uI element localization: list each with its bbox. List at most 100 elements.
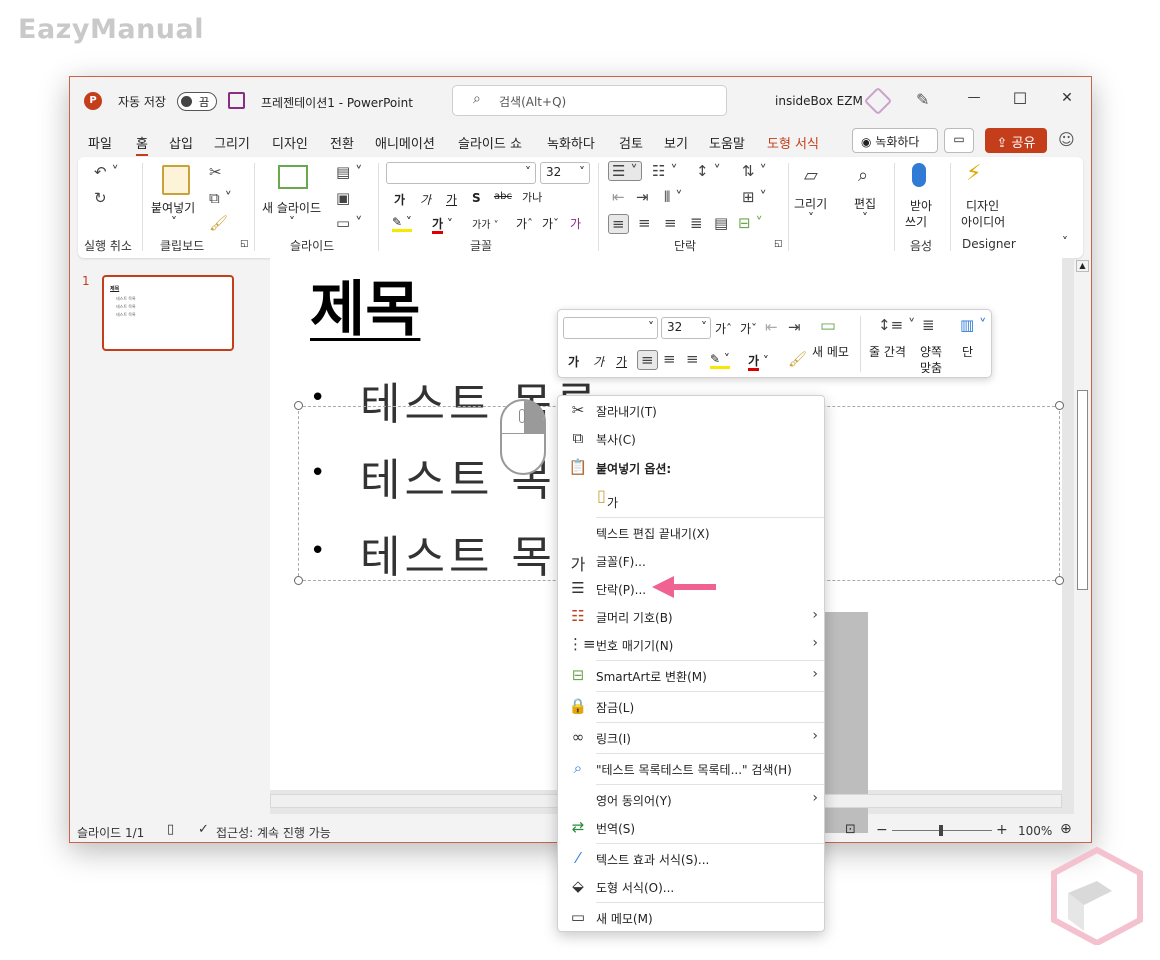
accessibility-status[interactable]: 접근성: 계속 진행 가능 [216, 824, 331, 841]
grow-font-button[interactable]: 가ˆ [516, 215, 533, 232]
increase-indent-icon[interactable]: ⇥ [636, 188, 649, 206]
line-spacing-button[interactable]: ↕ ˅ [696, 162, 721, 180]
tab-shape-format[interactable]: 도형 서식 [767, 133, 819, 152]
mini-grow-font-button[interactable]: 가ˆ [715, 320, 732, 337]
smartart-convert-button[interactable]: ⊟ ˅ [738, 214, 763, 232]
dictate-label-2[interactable]: 쓰기 [905, 213, 927, 230]
reset-icon[interactable]: ▣ [336, 189, 350, 207]
section-icon[interactable]: ▭ ˅ [336, 214, 362, 232]
zoom-in-icon[interactable]: + [996, 822, 1008, 838]
align-left-button[interactable]: ≡ [608, 214, 629, 234]
tab-insert[interactable]: 삽입 [169, 133, 193, 152]
mini-italic-button[interactable]: 가 [593, 353, 604, 370]
italic-button[interactable]: 가 [420, 191, 431, 208]
vertical-scrollbar[interactable]: ▲ [1076, 260, 1089, 814]
resize-handle[interactable] [294, 576, 303, 585]
menu-item-translate[interactable]: ⇄ 번역(S) [558, 815, 824, 841]
layout-icon[interactable]: ▤ ˅ [336, 163, 362, 181]
shrink-font-button[interactable]: 가ˇ [542, 215, 559, 232]
font-color-button[interactable]: 가 ˅ [432, 215, 453, 234]
tab-record[interactable]: 녹화하다 [547, 133, 595, 152]
clear-format-button[interactable]: 가 [570, 215, 581, 232]
decrease-indent-icon[interactable]: ⇤ [612, 188, 625, 206]
tab-file[interactable]: 파일 [88, 133, 112, 152]
designer-label-1[interactable]: 디자인 [966, 197, 999, 214]
chevron-down-icon[interactable]: ˅ [808, 211, 814, 225]
menu-item-smartart[interactable]: ⊟ SmartArt로 변환(M) › [558, 663, 824, 689]
shadow-button[interactable]: abc [494, 191, 512, 202]
pen-icon[interactable]: ✎ [916, 90, 929, 109]
fit-slide-icon[interactable]: ⊕ [1060, 821, 1072, 837]
mini-align-center-button[interactable]: ≡ [663, 350, 676, 368]
user-name[interactable]: insideBox EZM [775, 94, 863, 108]
mini-font-name-dropdown[interactable]: ˅ [563, 317, 658, 339]
menu-item-text-effects[interactable]: ⁄ 텍스트 효과 서식(S)... [558, 846, 824, 872]
text-case-button[interactable]: 가가 ˅ [472, 216, 499, 231]
new-slide-dropdown-icon[interactable]: ˅ [289, 215, 295, 229]
ribbon-collapse-icon[interactable]: ˅ [1062, 235, 1068, 249]
scroll-thumb[interactable] [1077, 390, 1088, 590]
edit-label[interactable]: 편집 [854, 195, 876, 212]
dialog-launcher-icon[interactable]: ◱ [774, 239, 783, 249]
font-name-dropdown[interactable]: ˅ [386, 162, 536, 184]
coauthor-icon[interactable]: ☺ [1058, 130, 1075, 149]
menu-item-lock[interactable]: 🔒 잠금(L) [558, 694, 824, 720]
mini-highlight-button[interactable]: ✎ ˅ [710, 352, 730, 369]
paste-dropdown-icon[interactable]: ˅ [171, 215, 177, 229]
presenter-view-icon[interactable]: ⊡ [845, 822, 856, 837]
menu-item-link[interactable]: ∞ 링크(I) › [558, 725, 824, 751]
mini-bold-button[interactable]: 가 [568, 353, 579, 370]
copy-icon[interactable]: ⧉ ˅ [209, 189, 232, 207]
mini-columns-icon[interactable]: ▥ ˅ [960, 316, 986, 334]
undo-icon[interactable]: ↶ ˅ [94, 163, 119, 181]
accessibility-icon[interactable]: ✓ [198, 822, 209, 837]
tab-review[interactable]: 검토 [619, 133, 643, 152]
tab-transitions[interactable]: 전환 [330, 133, 354, 152]
menu-item-copy[interactable]: ⧉ 복사(C) [558, 426, 824, 452]
mini-align-left-button[interactable]: ≡ [637, 350, 658, 370]
tab-help[interactable]: 도움말 [709, 133, 745, 152]
highlight-button[interactable]: ✎ ˅ [392, 215, 412, 232]
bold-button[interactable]: 가 [394, 191, 405, 208]
dictate-label-1[interactable]: 받아 [910, 197, 932, 214]
tab-slideshow[interactable]: 슬라이드 쇼 [458, 133, 522, 152]
tab-view[interactable]: 보기 [664, 133, 688, 152]
mini-format-painter-icon[interactable]: 🖌 [788, 350, 807, 368]
scroll-up-icon[interactable]: ▲ [1076, 260, 1089, 272]
justify-button[interactable]: ≣ [690, 214, 703, 232]
menu-item-search[interactable]: ⌕ "테스트 목록테스트 목록테..." 검색(H) [558, 756, 824, 782]
tab-animations[interactable]: 애니메이션 [375, 133, 435, 152]
save-icon[interactable] [228, 92, 245, 109]
paste-label[interactable]: 붙여넣기 [151, 199, 195, 216]
char-spacing-button[interactable]: 가나 [522, 189, 542, 205]
mini-align-right-button[interactable]: ≡ [686, 350, 699, 368]
tab-home[interactable]: 홈 [136, 133, 148, 156]
mini-line-spacing-label[interactable]: 줄 간격 [869, 343, 906, 360]
font-size-dropdown[interactable]: 32 ˅ [540, 162, 590, 184]
distributed-button[interactable]: ▤ [714, 214, 728, 232]
menu-item-bullets[interactable]: ☷ 글머리 기호(B) › [558, 604, 824, 630]
share-button[interactable]: ⇪ 공유 [985, 128, 1047, 153]
record-button[interactable]: ◉ 녹화하다 [852, 128, 938, 153]
tab-design[interactable]: 디자인 [272, 133, 308, 152]
tab-draw[interactable]: 그리기 [214, 133, 250, 152]
columns-icon[interactable]: ⫴ ˅ [664, 188, 683, 206]
designer-label-2[interactable]: 아이디어 [961, 213, 1005, 230]
slide-thumbnail[interactable]: 제목 테스트 목록 테스트 목록 테스트 목록 [102, 275, 234, 351]
align-right-button[interactable]: ≡ [664, 214, 677, 232]
maximize-button[interactable]: ☐ [1010, 89, 1030, 108]
menu-item-numbering[interactable]: ⋮≡ 번호 매기기(N) › [558, 632, 824, 658]
underline-button[interactable]: 가 [446, 191, 457, 208]
zoom-level[interactable]: 100% [1018, 824, 1052, 838]
new-slide-label[interactable]: 새 슬라이드 [262, 199, 321, 216]
dialog-launcher-icon[interactable]: ◱ [240, 239, 249, 249]
menu-item-exit-edit[interactable]: 텍스트 편집 끝내기(X) [558, 520, 824, 546]
align-center-button[interactable]: ≡ [638, 214, 651, 232]
zoom-out-icon[interactable]: − [876, 822, 888, 838]
format-painter-icon[interactable]: 🖌 [209, 214, 228, 232]
slide-title[interactable]: 제목 [310, 261, 420, 348]
mini-decrease-indent-icon[interactable]: ⇤ [765, 318, 778, 336]
comments-button[interactable]: ▭ [944, 128, 974, 153]
close-button[interactable]: ✕ [1057, 90, 1077, 106]
mini-justify-label-2[interactable]: 맞춤 [920, 359, 942, 376]
